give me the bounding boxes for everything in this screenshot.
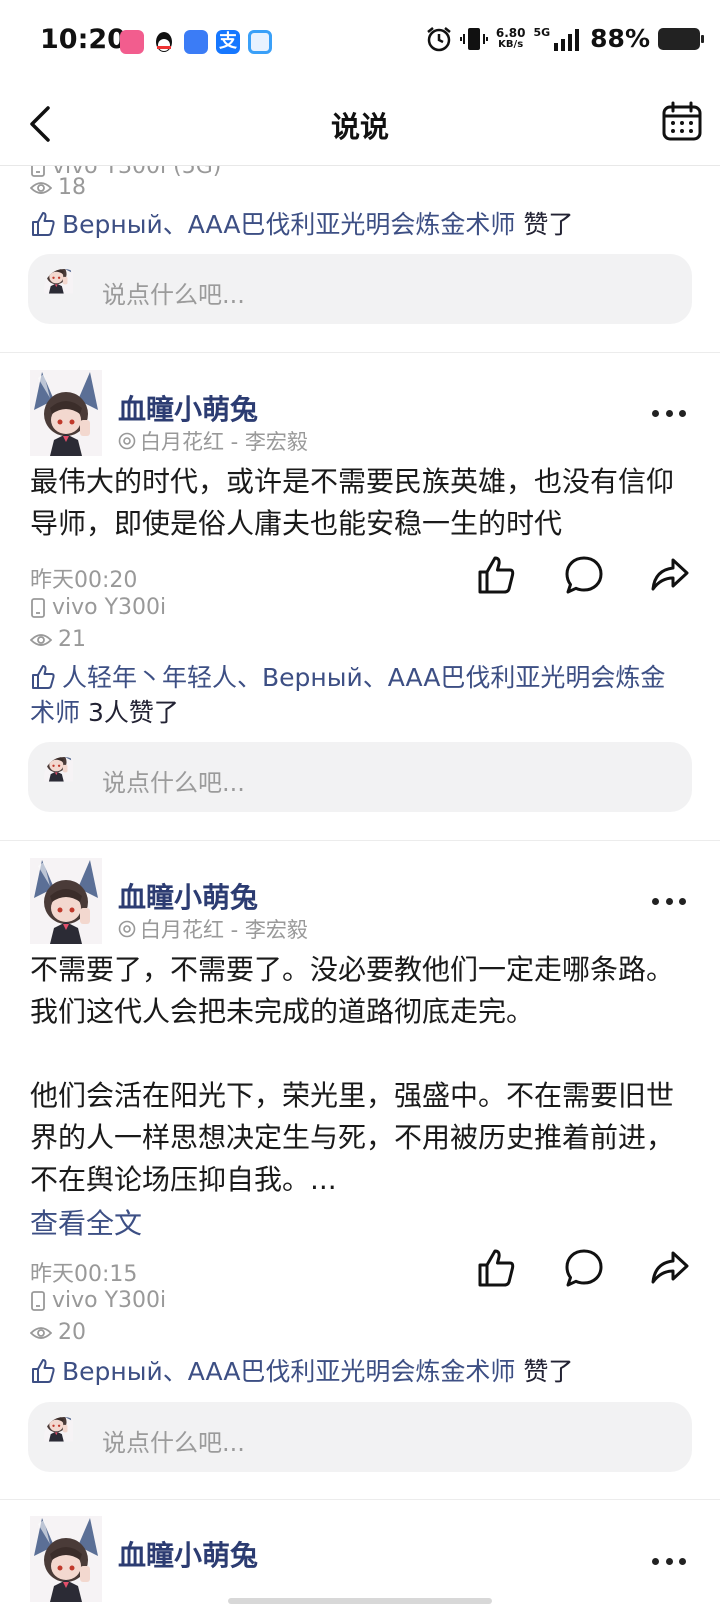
music-icon: [118, 920, 136, 938]
signal-icon: [554, 28, 580, 51]
battery-percent: 88%: [590, 24, 650, 53]
post-time: 昨天00:15: [30, 1262, 138, 1287]
network-speed: 6.80 KB/s: [495, 25, 526, 50]
eye-icon: [30, 1326, 52, 1339]
qq-app-icon: [152, 30, 176, 54]
status-indicators: 6.80 KB/s 5G 88%: [426, 24, 704, 53]
post-views: 21: [30, 627, 86, 652]
more-icon[interactable]: [652, 1558, 686, 1570]
avatar[interactable]: [30, 370, 102, 456]
browser-app-icon: [184, 30, 208, 54]
notification-icons: 支: [120, 30, 272, 54]
like-icon: [32, 665, 55, 689]
post-likes: Верный、AAA巴伐利亚光明会炼金术师 赞了: [30, 1354, 690, 1389]
more-icon[interactable]: [652, 410, 686, 422]
comment-icon[interactable]: [564, 1248, 604, 1288]
poster-name[interactable]: 血瞳小萌兔: [118, 876, 258, 916]
read-more-link[interactable]: 查看全文: [30, 1202, 142, 1242]
home-indicator[interactable]: [228, 1598, 492, 1604]
avatar[interactable]: [30, 1516, 102, 1602]
post-music[interactable]: 白月花红 - 李宏毅: [118, 426, 308, 456]
avatar: [44, 1417, 84, 1457]
like-icon: [32, 1359, 55, 1383]
like-icon[interactable]: [476, 1248, 516, 1288]
nav-bar: 说说: [0, 84, 720, 166]
post-divider: [0, 840, 720, 841]
eye-icon: [30, 181, 52, 194]
avatar: [44, 269, 84, 309]
like-icon[interactable]: [476, 555, 516, 595]
post-likes: 人轻年丶年轻人、Верный、AAA巴伐利亚光明会炼金术师 3人赞了: [30, 663, 666, 727]
avatar: [44, 757, 84, 797]
liker-names[interactable]: Верный、AAA巴伐利亚光明会炼金术师: [62, 1357, 515, 1386]
share-icon[interactable]: [650, 1248, 690, 1288]
alipay-app-icon: 支: [216, 30, 240, 54]
message-app-icon: [248, 30, 272, 54]
comment-icon[interactable]: [564, 555, 604, 595]
phone-icon: [31, 1290, 45, 1311]
vibrate-icon: [459, 27, 488, 50]
avatar[interactable]: [30, 858, 102, 944]
post-time: 昨天00:20: [30, 568, 138, 593]
page-title: 说说: [330, 110, 389, 144]
phone-icon: [31, 597, 45, 618]
post-divider: [0, 352, 720, 353]
comment-placeholder: 说点什么吧...: [102, 1429, 245, 1457]
eye-icon: [30, 633, 52, 646]
post-views: 18: [30, 175, 86, 200]
post-device: vivo Y300i: [30, 595, 166, 620]
post-divider: [0, 1499, 720, 1500]
calendar-icon: [662, 101, 702, 141]
comment-input[interactable]: 说点什么吧...: [28, 742, 692, 812]
alarm-icon: [427, 26, 451, 51]
post-text: 不需要了，不需要了。没必要教他们一定走哪条路。我们这代人会把未完成的道路彻底走完…: [30, 953, 675, 1196]
poster-name[interactable]: 血瞳小萌兔: [118, 388, 258, 428]
post-views: 20: [30, 1320, 86, 1345]
post-text: 最伟大的时代，或许是不需要民族英雄，也没有信仰导师，即使是俗人庸夫也能安稳一生的…: [30, 465, 675, 540]
like-icon: [32, 212, 55, 236]
music-icon: [118, 432, 136, 450]
status-bar: 10:20 支 6.80 KB/s 5G 88%: [0, 0, 720, 84]
bilibili-app-icon: [120, 30, 144, 54]
comment-placeholder: 说点什么吧...: [102, 281, 245, 309]
calendar-button[interactable]: [660, 100, 704, 144]
liker-names[interactable]: Верный、AAA巴伐利亚光明会炼金术师: [62, 210, 515, 239]
poster-name[interactable]: 血瞳小萌兔: [118, 1534, 258, 1574]
share-icon[interactable]: [650, 555, 690, 595]
comment-placeholder: 说点什么吧...: [102, 769, 245, 797]
signal-indicator: 5G: [533, 26, 582, 51]
comment-input[interactable]: 说点什么吧...: [28, 254, 692, 324]
comment-input[interactable]: 说点什么吧...: [28, 1402, 692, 1472]
post-likes: Верный、AAA巴伐利亚光明会炼金术师 赞了: [30, 207, 690, 242]
battery-icon: [658, 27, 704, 50]
more-icon[interactable]: [652, 898, 686, 910]
status-time: 10:20: [40, 24, 126, 55]
post-device: vivo Y300i: [30, 1288, 166, 1313]
post-music[interactable]: 白月花红 - 李宏毅: [118, 914, 308, 944]
feed[interactable]: vivo Y300i (5G) 18 Верный、AAA巴伐利亚光明会炼金术师…: [0, 166, 720, 1608]
